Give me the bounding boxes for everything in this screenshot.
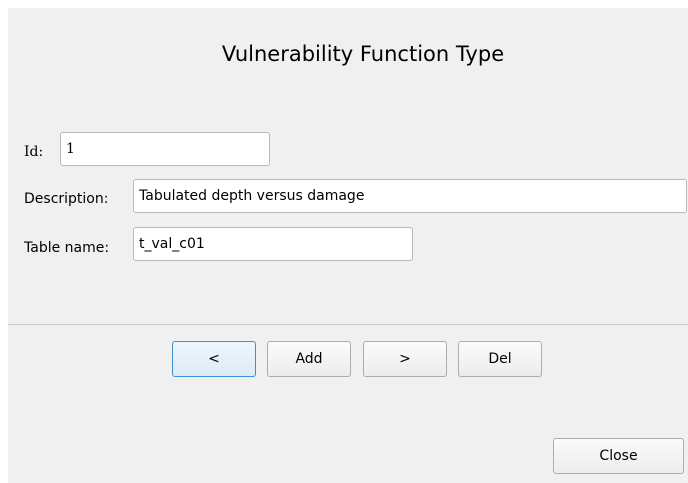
- close-button[interactable]: Close: [553, 438, 684, 474]
- add-button[interactable]: Add: [267, 341, 351, 377]
- vulnerability-function-type-dialog: Vulnerability Function Type Id: Descript…: [8, 8, 688, 483]
- description-label: Description:: [24, 191, 109, 207]
- dialog-title: Vulnerability Function Type: [221, 42, 505, 66]
- id-field[interactable]: [60, 132, 270, 166]
- id-label: Id:: [24, 144, 44, 160]
- divider: [8, 324, 688, 325]
- table-name-field[interactable]: [133, 227, 413, 261]
- previous-button[interactable]: <: [172, 341, 256, 377]
- next-button[interactable]: >: [363, 341, 447, 377]
- delete-button[interactable]: Del: [458, 341, 542, 377]
- table-name-label: Table name:: [24, 240, 110, 256]
- description-field[interactable]: [133, 179, 687, 213]
